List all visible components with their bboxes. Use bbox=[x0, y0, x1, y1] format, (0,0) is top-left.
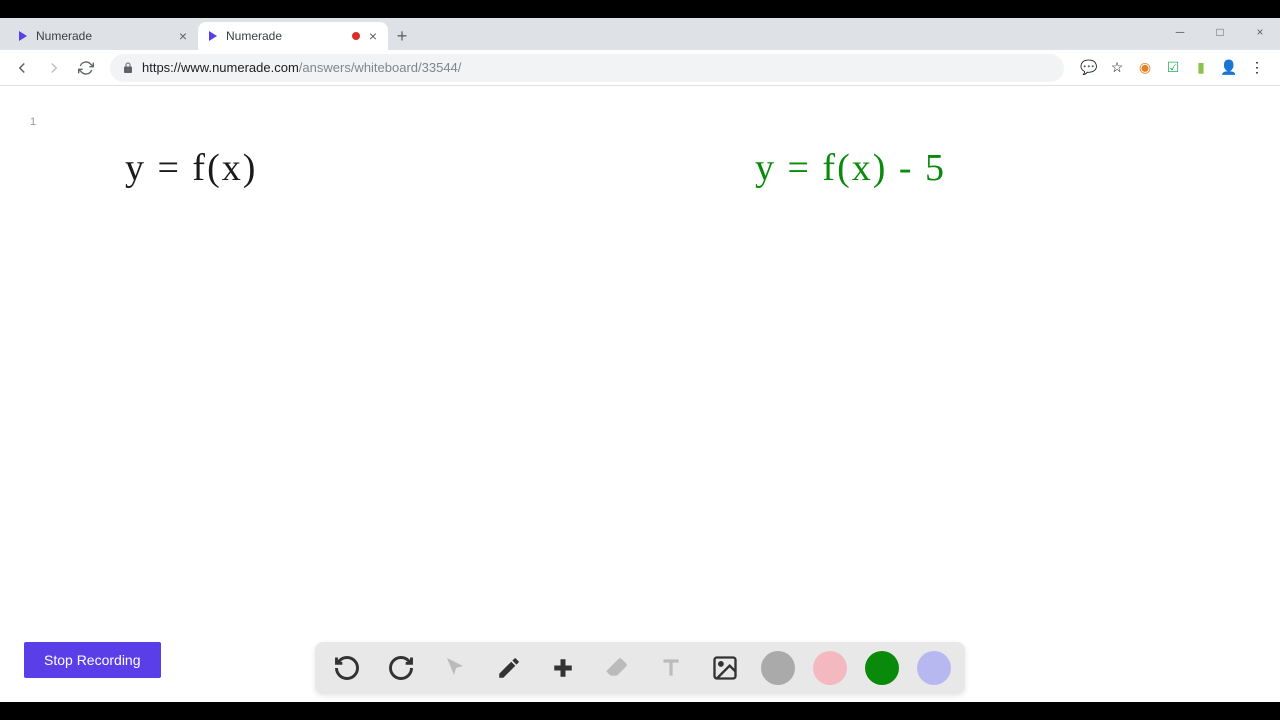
page-content: 1 y = f(x) y = f(x) - 5 Stop Recording bbox=[0, 86, 1280, 702]
reload-button[interactable] bbox=[72, 54, 100, 82]
back-button[interactable] bbox=[8, 54, 36, 82]
new-tab-button[interactable]: + bbox=[388, 22, 416, 50]
handwritten-equation-right: y = f(x) - 5 bbox=[755, 146, 946, 190]
whiteboard-toolbar bbox=[315, 642, 965, 694]
pointer-tool[interactable] bbox=[437, 650, 473, 686]
star-icon[interactable]: ☆ bbox=[1108, 59, 1126, 77]
forward-button[interactable] bbox=[40, 54, 68, 82]
profile-icon[interactable]: 👤 bbox=[1220, 59, 1238, 77]
page-indicator: 1 bbox=[30, 116, 36, 128]
add-tool[interactable] bbox=[545, 650, 581, 686]
text-tool[interactable] bbox=[653, 650, 689, 686]
tab-numerade-2[interactable]: Numerade × bbox=[198, 22, 388, 50]
url-text: https://www.numerade.com/answers/whitebo… bbox=[142, 60, 1052, 75]
window-controls: ─ □ × bbox=[1160, 18, 1280, 46]
color-green[interactable] bbox=[865, 651, 899, 685]
chat-icon[interactable]: 💬 bbox=[1080, 59, 1098, 77]
redo-button[interactable] bbox=[383, 650, 419, 686]
color-gray[interactable] bbox=[761, 651, 795, 685]
address-bar: https://www.numerade.com/answers/whitebo… bbox=[0, 50, 1280, 86]
close-window-button[interactable]: × bbox=[1240, 18, 1280, 46]
undo-button[interactable] bbox=[329, 650, 365, 686]
tab-title: Numerade bbox=[36, 29, 170, 43]
recording-indicator-icon bbox=[352, 32, 360, 40]
image-tool[interactable] bbox=[707, 650, 743, 686]
extension-1-icon[interactable]: ◉ bbox=[1136, 59, 1154, 77]
lock-icon bbox=[122, 62, 134, 74]
extension-3-icon[interactable]: ▮ bbox=[1192, 59, 1210, 77]
browser-window: Numerade × Numerade × + ─ □ × bbox=[0, 18, 1280, 702]
tab-numerade-1[interactable]: Numerade × bbox=[8, 22, 198, 50]
stop-recording-button[interactable]: Stop Recording bbox=[24, 642, 161, 678]
url-input[interactable]: https://www.numerade.com/answers/whitebo… bbox=[110, 54, 1064, 82]
tab-bar: Numerade × Numerade × + ─ □ × bbox=[0, 18, 1280, 50]
close-icon[interactable]: × bbox=[176, 29, 190, 43]
whiteboard-canvas[interactable]: 1 y = f(x) y = f(x) - 5 bbox=[0, 86, 1280, 702]
color-purple[interactable] bbox=[917, 651, 951, 685]
numerade-favicon-icon bbox=[16, 29, 30, 43]
extension-icons: 💬 ☆ ◉ ☑ ▮ 👤 ⋮ bbox=[1074, 59, 1272, 77]
minimize-button[interactable]: ─ bbox=[1160, 18, 1200, 46]
handwritten-equation-left: y = f(x) bbox=[125, 146, 257, 190]
color-pink[interactable] bbox=[813, 651, 847, 685]
close-icon[interactable]: × bbox=[366, 29, 380, 43]
pen-tool[interactable] bbox=[491, 650, 527, 686]
menu-icon[interactable]: ⋮ bbox=[1248, 59, 1266, 77]
tab-title: Numerade bbox=[226, 29, 346, 43]
extension-2-icon[interactable]: ☑ bbox=[1164, 59, 1182, 77]
maximize-button[interactable]: □ bbox=[1200, 18, 1240, 46]
eraser-tool[interactable] bbox=[599, 650, 635, 686]
numerade-favicon-icon bbox=[206, 29, 220, 43]
